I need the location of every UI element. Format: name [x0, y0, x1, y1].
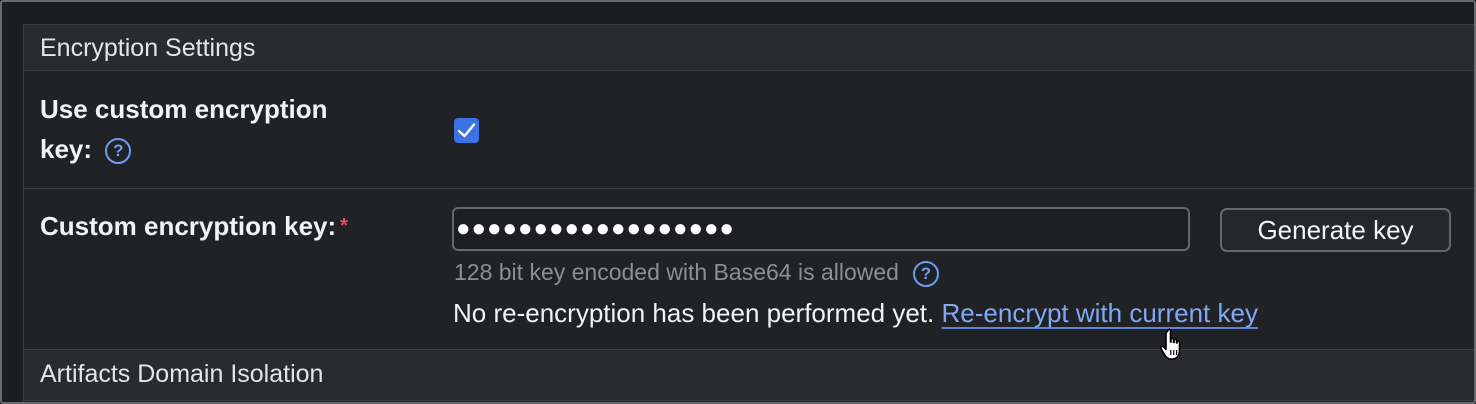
use-custom-key-checkbox[interactable]	[454, 118, 479, 143]
row-divider	[24, 188, 1474, 189]
key-format-hint-text: 128 bit key encoded with Base64 is allow…	[454, 259, 899, 285]
settings-window: Encryption Settings Use custom encryptio…	[0, 0, 1476, 404]
checkmark-icon	[457, 123, 476, 138]
reencryption-status-text: No re-encryption has been performed yet.	[453, 298, 935, 328]
custom-key-label: Custom encryption key: *	[40, 206, 348, 246]
use-custom-key-label: Use custom encryption key: ?	[40, 89, 328, 169]
use-custom-key-label-line1: Use custom encryption	[40, 94, 328, 124]
settings-panel: Encryption Settings Use custom encryptio…	[23, 24, 1474, 402]
section-header-encryption-settings: Encryption Settings	[24, 25, 1474, 71]
reencrypt-link[interactable]: Re-encrypt with current key	[942, 298, 1258, 328]
section-header-artifacts-domain-isolation: Artifacts Domain Isolation	[24, 349, 1474, 401]
reencryption-status: No re-encryption has been performed yet.…	[453, 295, 1258, 331]
custom-key-input[interactable]: ●●●●●●●●●●●●●●●●●●	[452, 207, 1190, 251]
question-circle-icon[interactable]: ?	[912, 260, 939, 287]
question-circle-icon[interactable]: ?	[105, 138, 132, 165]
key-format-hint: 128 bit key encoded with Base64 is allow…	[454, 255, 939, 289]
custom-key-label-text: Custom encryption key:	[40, 211, 337, 241]
use-custom-key-label-line2: key:	[40, 134, 93, 164]
required-mark: *	[340, 215, 348, 237]
generate-key-button[interactable]: Generate key	[1220, 208, 1451, 252]
